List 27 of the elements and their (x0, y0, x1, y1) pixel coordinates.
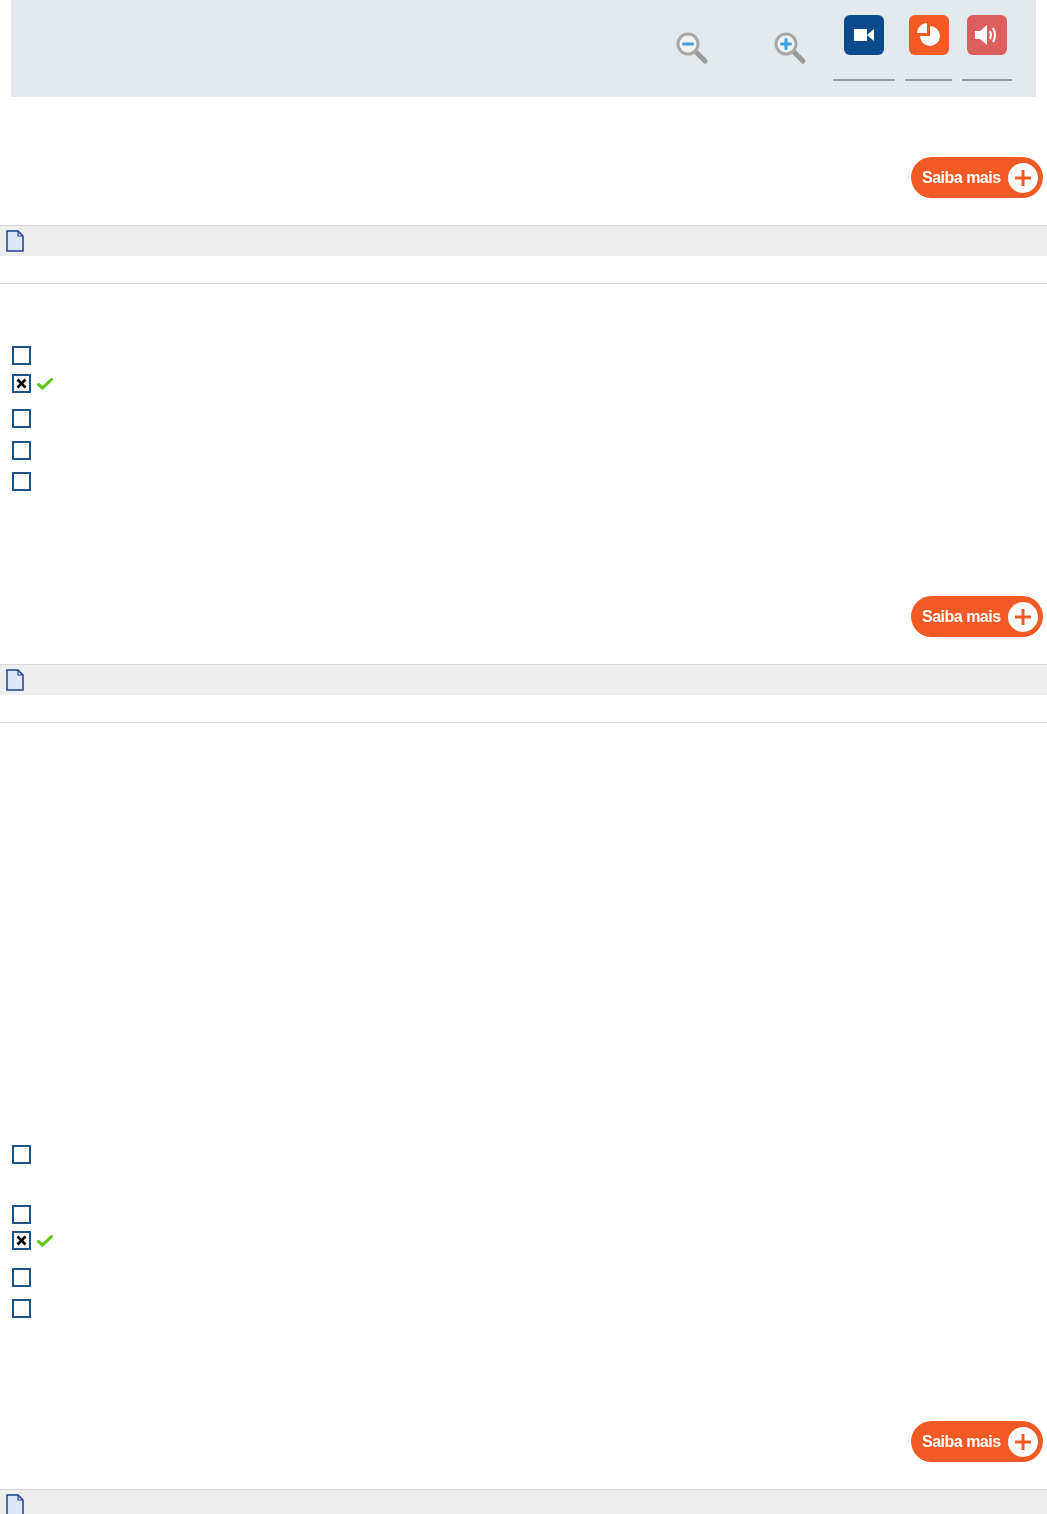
plus-icon (1007, 161, 1039, 194)
checkbox[interactable] (12, 346, 31, 365)
checkbox[interactable] (12, 472, 31, 491)
checkbox[interactable] (12, 1299, 31, 1318)
sound-button[interactable] (967, 15, 1007, 55)
checkbox[interactable] (12, 1231, 31, 1250)
document-icon[interactable] (6, 230, 24, 252)
cross-icon (16, 378, 27, 389)
learn-more-button[interactable]: Saiba mais (911, 157, 1043, 198)
checkbox[interactable] (12, 1205, 31, 1224)
document-icon[interactable] (6, 1494, 24, 1514)
pie-chart-icon (915, 22, 942, 48)
zoom-in-icon[interactable] (773, 31, 807, 65)
video-camera-icon (854, 29, 874, 41)
learn-more-button[interactable]: Saiba mais (911, 596, 1043, 637)
document-icon[interactable] (6, 669, 24, 691)
learn-more-button[interactable]: Saiba mais (911, 1421, 1043, 1462)
checkbox[interactable] (12, 441, 31, 460)
plus-icon (1007, 1425, 1039, 1458)
checkbox[interactable] (12, 1145, 31, 1164)
plus-icon (1007, 600, 1039, 633)
checkbox[interactable] (12, 374, 31, 393)
chart-button[interactable] (908, 15, 949, 55)
checkbox[interactable] (12, 1268, 31, 1287)
video-button[interactable] (844, 15, 884, 55)
cross-icon (16, 1235, 27, 1246)
checkbox[interactable] (12, 409, 31, 428)
